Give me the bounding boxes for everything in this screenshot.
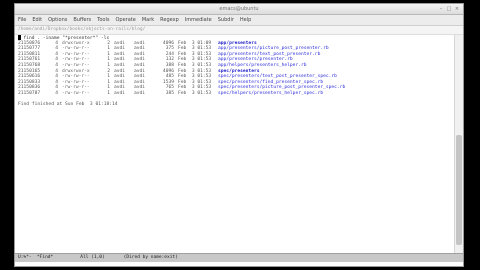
row-date: Feb 3 01:53 <box>178 90 212 96</box>
close-icon[interactable]: × <box>454 6 460 12</box>
menu-regexp[interactable]: Regexp <box>160 15 179 25</box>
mode-line: U:%*- *Find* All (1,0) (Dired by name:ex… <box>15 253 463 262</box>
row-inode: 21150787 <box>18 90 41 96</box>
row-links: 1 <box>107 90 110 96</box>
menu-help[interactable]: Help <box>240 15 251 25</box>
menu-mark[interactable]: Mark <box>142 15 154 25</box>
result-list: 21150876 4 drwxrwxr-x 2 avdi avdi 4096 Feb 3 01… <box>18 41 455 97</box>
minimize-icon[interactable]: – <box>438 6 444 12</box>
title-bar: emacs@ubuntu – □ × <box>15 4 463 15</box>
menu-operate[interactable]: Operate <box>115 15 135 25</box>
row-bytes: 385 <box>165 90 174 96</box>
text-cursor <box>18 35 21 40</box>
menu-subdir[interactable]: Subdir <box>218 15 234 25</box>
result-row[interactable]: 21150787 4 -rw-rw-r-- 1 avdi avdi 385 Feb 3 01:… <box>18 91 455 97</box>
row-perm: -rw-rw-r-- <box>62 90 90 96</box>
minibuffer[interactable] <box>15 262 463 266</box>
menu-tools[interactable]: Tools <box>97 15 109 25</box>
scrollbar-thumb[interactable] <box>456 135 462 245</box>
row-owner: avdi <box>114 90 126 96</box>
menu-bar: File Edit Options Buffers Tools Operate … <box>15 15 463 26</box>
window-controls: – □ × <box>438 6 460 12</box>
menu-edit[interactable]: Edit <box>32 15 42 25</box>
row-path[interactable]: spec/helpers/presenters_helper_spec.rb <box>218 91 323 97</box>
menu-immediate[interactable]: Immediate <box>185 15 212 25</box>
directory-path: /home/andi/Dropbox/books/objects-on-rail… <box>15 26 463 35</box>
window-title: emacs@ubuntu <box>219 6 259 12</box>
emacs-window: emacs@ubuntu – □ × File Edit Options Buf… <box>14 3 464 267</box>
find-buffer[interactable]: find . -iname "*presenter*" -ls 21150876… <box>15 35 455 253</box>
row-group: avdi <box>134 90 146 96</box>
menu-file[interactable]: File <box>18 15 26 25</box>
menu-buffers[interactable]: Buffers <box>73 15 91 25</box>
menu-options[interactable]: Options <box>48 15 67 25</box>
row-size: 4 <box>55 90 58 96</box>
finish-message: Find finished at Sun Feb 3 01:18:14 <box>18 102 118 108</box>
vertical-scrollbar[interactable] <box>454 35 463 253</box>
maximize-icon[interactable]: □ <box>446 6 452 12</box>
